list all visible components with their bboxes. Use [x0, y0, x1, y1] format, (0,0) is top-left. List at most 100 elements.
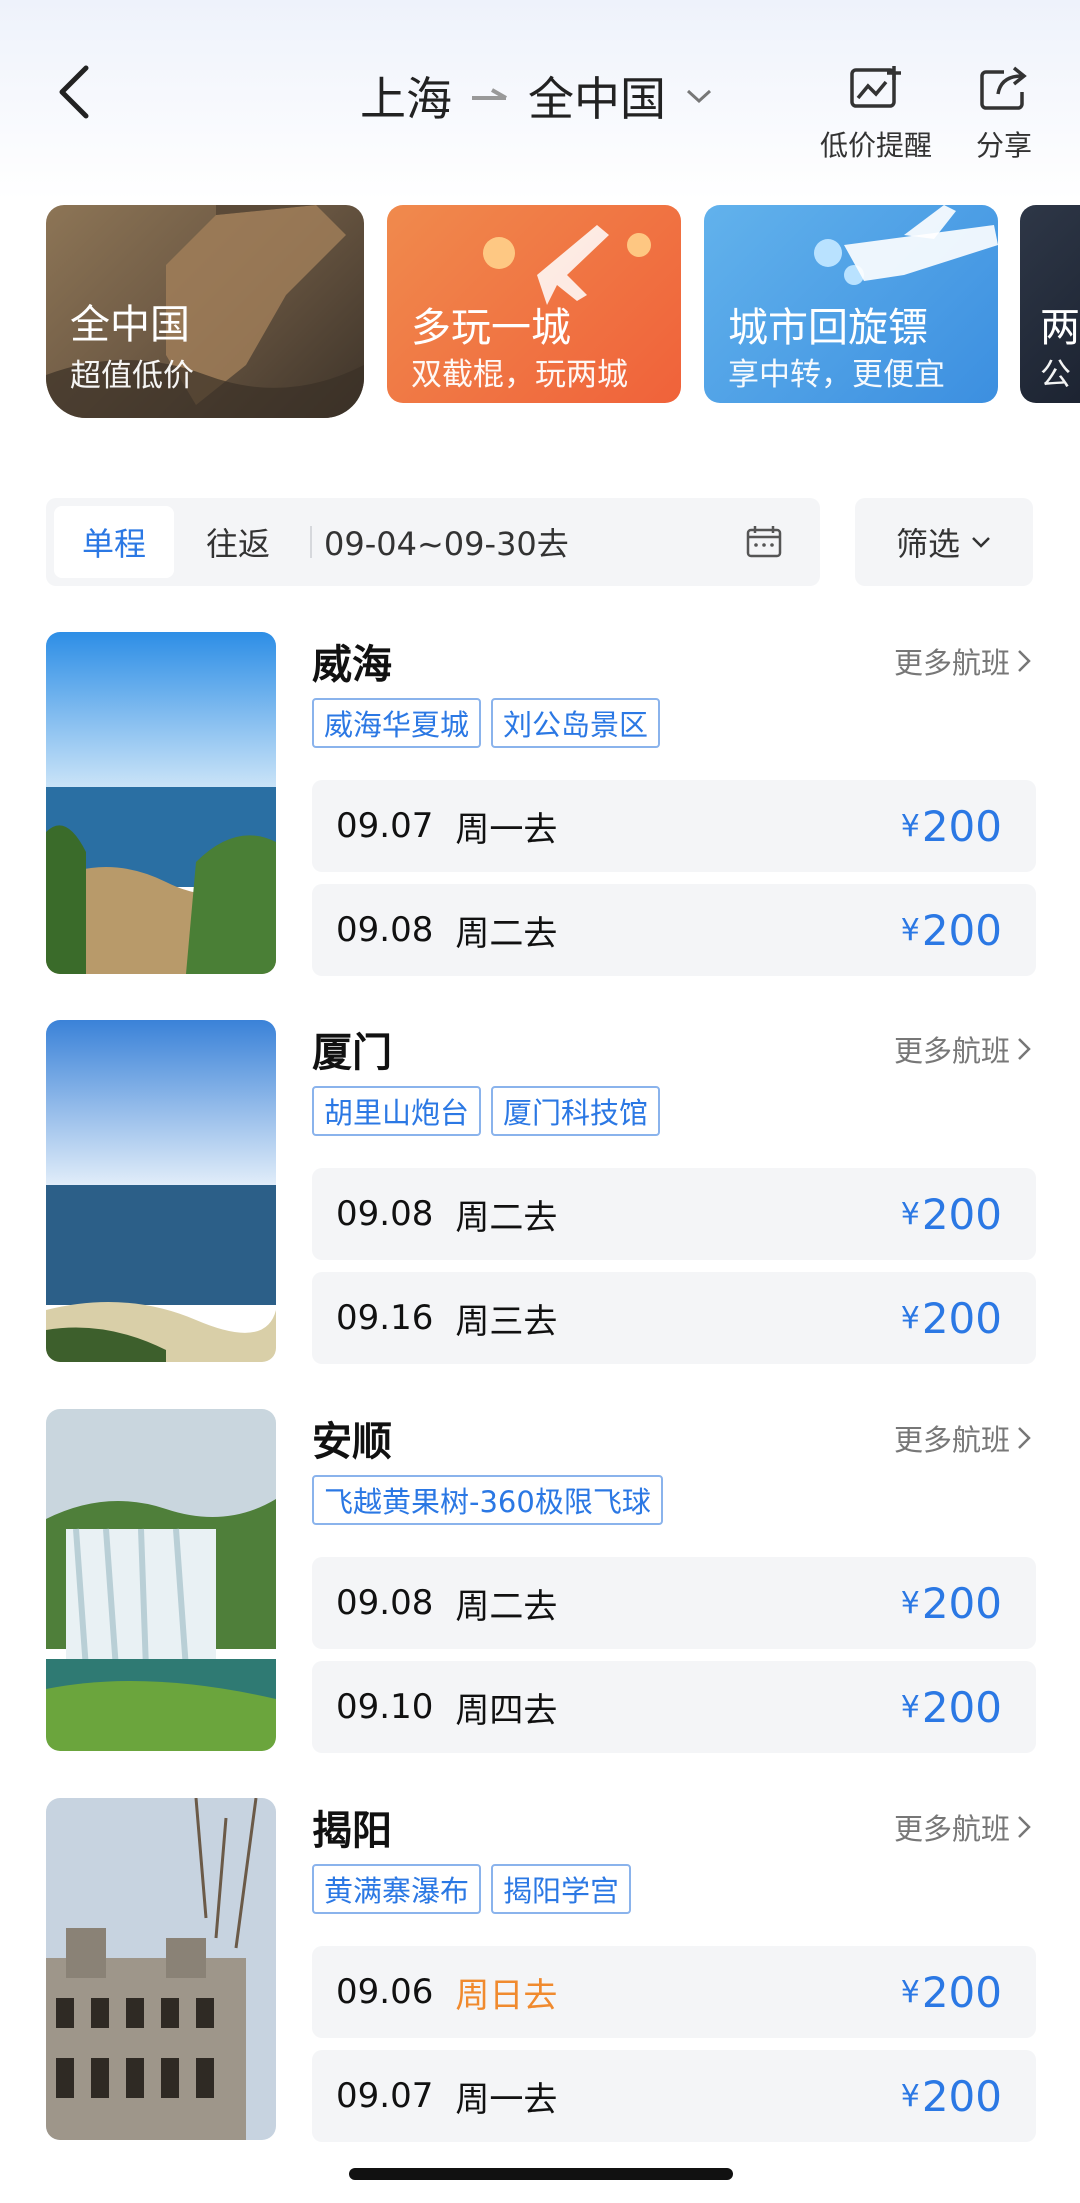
flight-row[interactable]: 09.16 周三去 ¥200	[312, 1272, 1036, 1364]
flight-weekday: 周三去	[455, 1301, 558, 1342]
flight-price: ¥200	[901, 1946, 1002, 2038]
destination-card[interactable]: 揭阳 更多航班 黄满寨瀑布 揭阳学宫 09.06 周日去 ¥200 09.07 周一…	[46, 1798, 1036, 2142]
chevron-right-icon	[1018, 1427, 1031, 1449]
price-value: 200	[921, 801, 1002, 851]
flight-price: ¥200	[901, 884, 1002, 976]
divider	[310, 526, 312, 558]
chevron-right-icon	[1018, 1816, 1031, 1838]
flight-row[interactable]: 09.08 周二去 ¥200	[312, 884, 1036, 976]
flight-date: 09.08	[336, 910, 434, 950]
currency-symbol: ¥	[900, 1974, 920, 2010]
attraction-tag[interactable]: 厦门科技馆	[491, 1086, 661, 1136]
promo-card-multi-city[interactable]: 多玩一城 双截棍，玩两城	[387, 205, 681, 403]
promo-subtitle: 享中转，更便宜	[728, 357, 945, 393]
flight-row[interactable]: 09.07 周一去 ¥200	[312, 780, 1036, 872]
attraction-tag[interactable]: 威海华夏城	[312, 698, 482, 748]
promo-title: 多玩一城	[411, 305, 571, 351]
chevron-right-icon	[1018, 1038, 1031, 1060]
share-icon	[980, 66, 1027, 110]
flight-date: 09.16	[336, 1298, 434, 1338]
promo-subtitle: 超值低价	[70, 358, 194, 394]
price-value: 200	[921, 1189, 1002, 1239]
currency-symbol: ¥	[900, 2078, 920, 2114]
calendar-icon[interactable]	[746, 524, 782, 560]
price-value: 200	[921, 1967, 1002, 2017]
route-arrow-icon	[472, 88, 507, 100]
destination-card[interactable]: 厦门 更多航班 胡里山炮台 厦门科技馆 09.08 周二去 ¥200 09.16 周…	[46, 1020, 1036, 1364]
currency-symbol: ¥	[900, 1196, 920, 1232]
city-name: 揭阳	[312, 1808, 392, 1854]
promo-title: 全中国	[70, 302, 190, 348]
chevron-down-icon	[972, 537, 990, 548]
chevron-down-icon	[686, 89, 712, 104]
flight-row[interactable]: 09.08 周二去 ¥200	[312, 1557, 1036, 1649]
chevron-right-icon	[1018, 650, 1031, 672]
promo-subtitle: 公	[1040, 357, 1071, 393]
city-name: 威海	[312, 642, 392, 688]
flight-price: ¥200	[901, 1168, 1002, 1260]
filter-label: 筛选	[895, 525, 960, 563]
tab-round-trip[interactable]: 往返	[178, 506, 298, 578]
destination-city: 全中国	[528, 72, 666, 126]
flight-price: ¥200	[901, 1272, 1002, 1364]
flight-date: 09.07	[336, 2076, 434, 2116]
tab-one-way[interactable]: 单程	[54, 506, 174, 578]
flight-weekday: 周二去	[455, 913, 558, 954]
origin-city: 上海	[360, 72, 452, 126]
currency-symbol: ¥	[900, 808, 920, 844]
more-flights-label: 更多航班	[893, 1812, 1010, 1846]
price-alert-icon	[850, 66, 901, 108]
more-flights-label: 更多航班	[893, 1034, 1010, 1068]
price-alert-label: 低价提醒	[820, 129, 933, 162]
share-label: 分享	[976, 129, 1033, 162]
flight-row[interactable]: 09.08 周二去 ¥200	[312, 1168, 1036, 1260]
anshun-photo	[46, 1409, 276, 1751]
flight-price: ¥200	[901, 2050, 1002, 2142]
flight-date: 09.07	[336, 806, 434, 846]
destination-card[interactable]: 安顺 更多航班 飞越黄果树-360极限飞球 09.08 周二去 ¥200 09.1…	[46, 1409, 1036, 1753]
more-flights-link[interactable]: 更多航班	[894, 640, 1032, 682]
price-alert-button[interactable]: 低价提醒	[820, 64, 932, 164]
promo-title: 城市回旋镖	[728, 305, 928, 351]
flight-row[interactable]: 09.10 周四去 ¥200	[312, 1661, 1036, 1753]
filter-button[interactable]: 筛选	[855, 498, 1033, 586]
flight-price: ¥200	[901, 1557, 1002, 1649]
flight-row[interactable]: 09.07 周一去 ¥200	[312, 2050, 1036, 2142]
attraction-tag[interactable]: 飞越黄果树-360极限飞球	[312, 1475, 663, 1525]
flight-row[interactable]: 09.06 周日去 ¥200	[312, 1946, 1036, 2038]
promo-card-boomerang[interactable]: 城市回旋镖 享中转，更便宜	[704, 205, 998, 403]
flight-weekday: 周一去	[455, 809, 558, 850]
price-value: 200	[921, 1578, 1002, 1628]
currency-symbol: ¥	[900, 1689, 920, 1725]
promo-title: 两	[1040, 305, 1080, 351]
city-name: 厦门	[312, 1030, 392, 1076]
weihai-photo	[46, 632, 276, 974]
flight-weekday: 周二去	[455, 1197, 558, 1238]
more-flights-link[interactable]: 更多航班	[894, 1028, 1032, 1070]
trip-type-bar: 单程 往返 09-04~09-30去	[46, 498, 820, 586]
xiamen-photo	[46, 1020, 276, 1362]
attraction-tag[interactable]: 刘公岛景区	[491, 698, 661, 748]
date-range[interactable]: 09-04~09-30去	[324, 506, 569, 578]
attraction-tag[interactable]: 胡里山炮台	[312, 1086, 482, 1136]
share-button[interactable]: 分享	[976, 64, 1032, 164]
home-indicator[interactable]	[349, 2168, 733, 2180]
promo-card-all-china[interactable]: 全中国 超值低价	[46, 190, 364, 428]
flight-weekday: 周日去	[455, 1975, 558, 2016]
flight-price: ¥200	[901, 1661, 1002, 1753]
route-title[interactable]: 上海 全中国	[360, 60, 714, 132]
more-flights-link[interactable]: 更多航班	[894, 1806, 1032, 1848]
flight-date: 09.06	[336, 1972, 434, 2012]
more-flights-link[interactable]: 更多航班	[894, 1417, 1032, 1459]
flight-date: 09.08	[336, 1583, 434, 1623]
back-icon[interactable]	[52, 60, 96, 124]
city-name: 安顺	[312, 1419, 392, 1465]
attraction-tag[interactable]: 黄满寨瀑布	[312, 1864, 482, 1914]
currency-symbol: ¥	[900, 912, 920, 948]
attraction-tag[interactable]: 揭阳学宫	[491, 1864, 632, 1914]
promo-card-partial[interactable]: 两 公	[1020, 205, 1080, 403]
destination-card[interactable]: 威海 更多航班 威海华夏城 刘公岛景区 09.07 周一去 ¥200 09.08 周…	[46, 632, 1036, 976]
flight-weekday: 周二去	[455, 1586, 558, 1627]
price-value: 200	[921, 1682, 1002, 1732]
currency-symbol: ¥	[900, 1585, 920, 1621]
